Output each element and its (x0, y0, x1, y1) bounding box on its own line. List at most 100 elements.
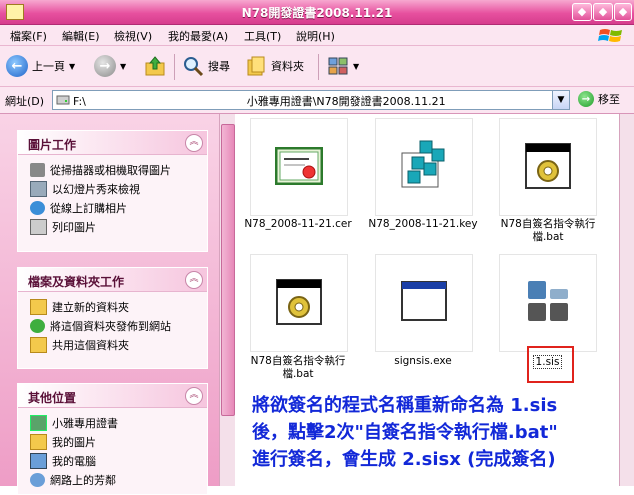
panel-title: 檔案及資料夾工作 (28, 275, 125, 289)
printer-icon (30, 218, 47, 235)
slideshow-icon (30, 180, 47, 197)
task-link-scan[interactable]: 從掃描器或相機取得圖片 (18, 160, 207, 179)
window-title: N78開發證書2008.11.21 (241, 6, 393, 20)
highlight-box (527, 346, 574, 383)
panel-title: 其他位置 (28, 391, 77, 405)
folder-icon (30, 414, 47, 431)
minimize-button[interactable]: ◆ (572, 3, 592, 21)
file-thumbnail[interactable] (499, 254, 597, 352)
menu-help[interactable]: 說明(H) (296, 28, 335, 44)
file-name[interactable]: N78自簽名指令執行檔.bat (238, 355, 358, 381)
my-computer-icon (30, 452, 47, 469)
picture-tasks-panel: 圖片工作 ︽ 從掃描器或相機取得圖片 以幻燈片秀來檢視 從線上訂購相片 列印圖片 (17, 130, 208, 252)
collapse-chevron-icon[interactable]: ︽ (185, 134, 203, 152)
maximize-button[interactable]: ◆ (593, 3, 613, 21)
folders-button[interactable]: 資料夾 (245, 52, 304, 80)
menu-file[interactable]: 檔案(F) (10, 28, 47, 44)
back-label: 上一頁 (32, 60, 65, 73)
address-bar: 網址(D) F:\ 小雅專用證書\N78開發證書2008.11.21 ▼ → 移… (0, 87, 634, 114)
up-folder-button[interactable] (144, 52, 166, 80)
place-link-certificates[interactable]: 小雅專用證書 (18, 413, 207, 432)
other-places-header[interactable]: 其他位置 ︽ (18, 384, 207, 408)
collapse-chevron-icon[interactable]: ︽ (185, 271, 203, 289)
folders-icon (247, 56, 265, 76)
file-thumbnail[interactable] (250, 254, 348, 352)
forward-arrow-icon: → (94, 55, 116, 77)
drive-icon (56, 95, 70, 105)
collapse-chevron-icon[interactable]: ︽ (185, 387, 203, 405)
my-pictures-icon (30, 433, 47, 450)
panel-title: 圖片工作 (28, 138, 77, 152)
new-folder-icon (30, 298, 47, 315)
toolbar-separator (174, 54, 175, 80)
globe-icon (30, 200, 45, 215)
menu-favorites[interactable]: 我的最愛(A) (168, 28, 228, 44)
file-thumbnail[interactable] (375, 254, 473, 352)
annotation-line: 進行簽名，會生成 2.sisx (完成簽名) (252, 449, 556, 470)
chevron-down-icon: ▼ (353, 61, 360, 71)
picture-tasks-header[interactable]: 圖片工作 ︽ (18, 131, 207, 155)
file-name[interactable]: N78_2008-11-21.key (363, 218, 483, 231)
search-label: 搜尋 (208, 60, 230, 73)
back-button[interactable]: ← 上一頁 ▼ (6, 52, 75, 80)
place-link-my-computer[interactable]: 我的電腦 (18, 451, 207, 470)
scrollbar-thumb[interactable] (221, 124, 235, 416)
views-icon (328, 57, 348, 75)
folders-label: 資料夾 (271, 60, 304, 73)
annotation-line: 將欲簽名的程式名稱重新命名為 1.sis (252, 395, 558, 416)
place-link-my-pictures[interactable]: 我的圖片 (18, 432, 207, 451)
file-name[interactable]: N78_2008-11-21.cer (238, 218, 358, 231)
task-link-new-folder[interactable]: 建立新的資料夾 (18, 297, 207, 316)
chevron-down-icon: ▼ (120, 61, 127, 71)
sis-package-icon (528, 281, 568, 321)
publish-web-icon (30, 318, 45, 333)
certificate-icon (275, 147, 323, 185)
toolbar: ← 上一頁 ▼ → ▼ 搜尋 資料夾 ▼ (0, 46, 634, 87)
menu-tools[interactable]: 工具(T) (244, 28, 281, 44)
menu-edit[interactable]: 編輯(E) (62, 28, 100, 44)
file-folder-tasks-header[interactable]: 檔案及資料夾工作 ︽ (18, 268, 207, 292)
menu-bar: 檔案(F) 編輯(E) 檢視(V) 我的最愛(A) 工具(T) 說明(H) (0, 25, 634, 46)
search-button[interactable]: 搜尋 (182, 52, 230, 80)
forward-button[interactable]: → ▼ (94, 52, 126, 80)
exe-window-icon (401, 281, 447, 321)
file-thumbnail[interactable] (250, 118, 348, 216)
annotation-text: 將欲簽名的程式名稱重新命名為 1.sis 後，點擊2次"自簽名指令執行檔.bat… (252, 392, 558, 473)
up-folder-icon (145, 56, 165, 76)
task-pane-scrollbar[interactable] (219, 114, 235, 486)
address-dropdown-button[interactable]: ▼ (552, 91, 569, 109)
task-link-share-folder[interactable]: 共用這個資料夾 (18, 335, 207, 354)
other-places-panel: 其他位置 ︽ 小雅專用證書 我的圖片 我的電腦 網路上的芳鄰 (17, 383, 208, 495)
file-view-scrollbar[interactable] (619, 114, 634, 486)
address-input[interactable]: F:\ 小雅專用證書\N78開發證書2008.11.21 ▼ (52, 90, 570, 110)
camera-icon (30, 162, 45, 177)
address-label: 網址(D) (5, 95, 45, 108)
task-link-slideshow[interactable]: 以幻燈片秀來檢視 (18, 179, 207, 198)
share-folder-icon (30, 336, 47, 353)
search-icon (184, 57, 204, 77)
file-thumbnail[interactable] (499, 118, 597, 216)
task-link-order-prints[interactable]: 從線上訂購相片 (18, 198, 207, 217)
file-thumbnail[interactable] (375, 118, 473, 216)
windows-logo-icon (598, 29, 622, 42)
toolbar-separator (318, 54, 319, 80)
views-button[interactable]: ▼ (327, 52, 359, 80)
close-button[interactable]: ◆ (614, 3, 632, 21)
annotation-line: 後，點擊2次"自簽名指令執行檔.bat" (252, 422, 558, 443)
key-registry-icon (401, 140, 445, 188)
chevron-down-icon: ▼ (69, 61, 76, 71)
place-link-network[interactable]: 網路上的芳鄰 (18, 470, 207, 489)
menu-view[interactable]: 檢視(V) (114, 28, 152, 44)
batch-file-icon (276, 279, 322, 325)
network-icon (30, 472, 45, 487)
title-bar[interactable]: N78開發證書2008.11.21 ◆ ◆ ◆ (0, 0, 634, 25)
task-link-publish-web[interactable]: 將這個資料夾發佈到網站 (18, 316, 207, 335)
file-name[interactable]: N78自簽名指令執行檔.bat (488, 218, 608, 244)
go-button[interactable]: → 移至 (578, 91, 620, 107)
batch-file-icon (525, 143, 571, 189)
go-arrow-icon: → (578, 91, 594, 107)
file-name[interactable]: signsis.exe (363, 355, 483, 368)
task-pane: 圖片工作 ︽ 從掃描器或相機取得圖片 以幻燈片秀來檢視 從線上訂購相片 列印圖片… (0, 114, 219, 495)
file-folder-tasks-panel: 檔案及資料夾工作 ︽ 建立新的資料夾 將這個資料夾發佈到網站 共用這個資料夾 (17, 267, 208, 369)
task-link-print[interactable]: 列印圖片 (18, 217, 207, 236)
